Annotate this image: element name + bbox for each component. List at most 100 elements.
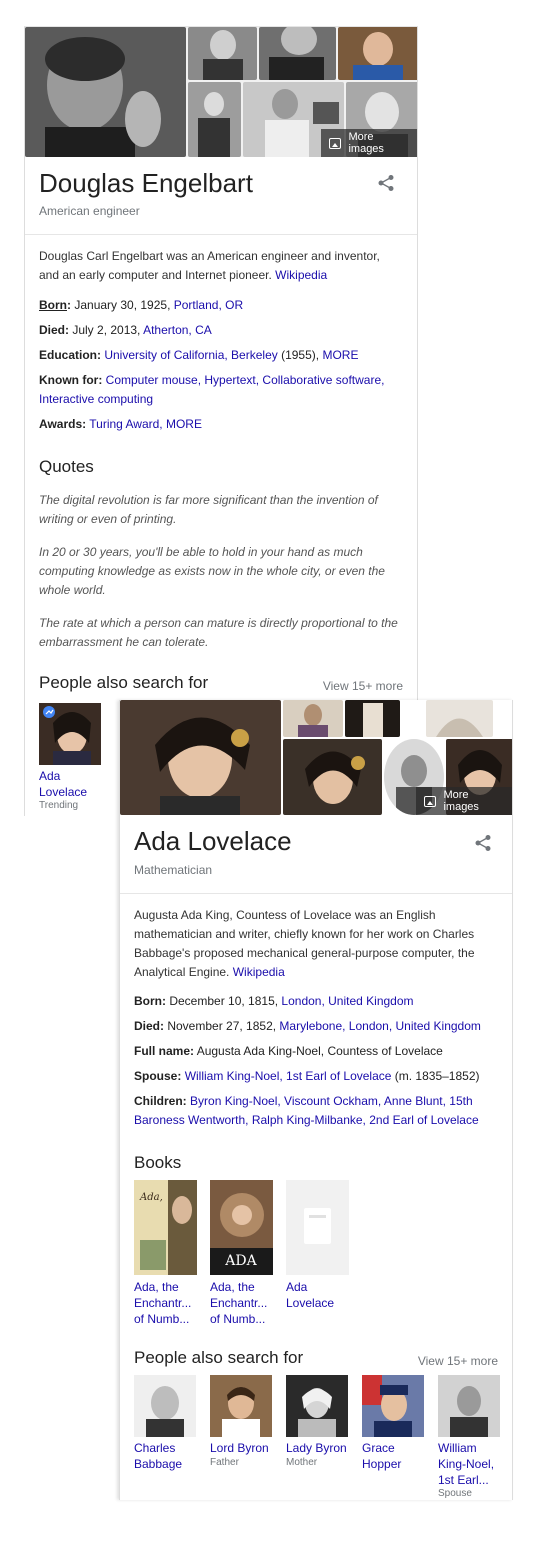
entity-description: Douglas Carl Engelbart was an American e…	[39, 247, 403, 285]
person-subtitle: Mother	[286, 1457, 318, 1468]
image-grid: More images	[120, 700, 512, 815]
fact-full-name: Full name: Augusta Ada King-Noel, Counte…	[134, 1042, 502, 1061]
fact-value: November 27, 1852,	[167, 1019, 280, 1033]
fact-value: Augusta Ada King-Noel, Countess of Lovel…	[196, 1044, 443, 1058]
divider	[25, 234, 417, 235]
description-text: Augusta Ada King, Countess of Lovelace w…	[134, 908, 475, 979]
fact-known-for: Known for: Computer mouse, Hypertext, Co…	[39, 371, 407, 409]
book-title[interactable]: Ada, the Enchantr... of Numb...	[134, 1279, 200, 1327]
svg-text:Ada,: Ada,	[139, 1192, 163, 1203]
entity-subtitle: American engineer	[39, 204, 140, 218]
person-thumb-babbage[interactable]	[134, 1375, 196, 1437]
person-subtitle: Spouse	[438, 1488, 472, 1499]
wikipedia-link[interactable]: Wikipedia	[233, 965, 285, 979]
entity-title: Ada Lovelace	[134, 826, 292, 856]
photo-2[interactable]	[283, 700, 343, 737]
knowledge-panel-engelbart: More images Douglas Engelbart American e…	[24, 26, 418, 816]
person-name[interactable]: Lady Byron	[286, 1440, 350, 1456]
photo-4[interactable]	[338, 27, 417, 80]
books-heading: Books	[134, 1153, 182, 1172]
quote-item: The digital revolution is far more signi…	[39, 493, 378, 526]
fact-label: Children:	[134, 1094, 187, 1108]
photo-3[interactable]	[345, 700, 400, 737]
person-name[interactable]: Charles Babbage	[134, 1440, 198, 1472]
book-cover-text: ADA	[224, 1253, 257, 1269]
person-thumb-hopper[interactable]	[362, 1375, 424, 1437]
fact-label: Died:	[134, 1019, 164, 1033]
fact-label[interactable]: Born	[39, 298, 67, 312]
divider	[120, 893, 512, 894]
person-name[interactable]: Grace Hopper	[362, 1440, 426, 1472]
more-images-label: More images	[348, 131, 384, 155]
fact-spouse: Spouse: William King-Noel, 1st Earl of L…	[134, 1067, 502, 1086]
fact-link[interactable]: Marylebone, London, United Kingdom	[279, 1019, 480, 1033]
entity-subtitle: Mathematician	[134, 863, 213, 877]
wikipedia-link[interactable]: Wikipedia	[275, 268, 327, 282]
fact-value: January 30, 1925,	[74, 298, 174, 312]
share-icon[interactable]	[474, 834, 492, 852]
share-icon[interactable]	[377, 174, 395, 192]
fact-died: Died: November 27, 1852, Marylebone, Lon…	[134, 1017, 502, 1036]
quotes-heading: Quotes	[39, 457, 94, 476]
photo-4[interactable]	[426, 700, 493, 737]
fact-link[interactable]: William King-Noel, 1st Earl of Lovelace	[185, 1069, 392, 1083]
fact-link[interactable]: Turing Award, MORE	[89, 417, 202, 431]
fact-link[interactable]: MORE	[322, 348, 358, 362]
fact-value: December 10, 1815,	[169, 994, 282, 1008]
person-thumb-byron[interactable]	[210, 1375, 272, 1437]
people-heading: People also search for	[39, 673, 209, 692]
book-cover[interactable]: Ada,	[134, 1180, 197, 1275]
fact-link[interactable]: London, United Kingdom	[281, 994, 413, 1008]
fact-label: Spouse:	[134, 1069, 182, 1083]
more-images-button[interactable]: More images	[321, 129, 417, 157]
fact-label: Full name:	[134, 1044, 195, 1058]
image-icon	[329, 137, 342, 149]
photo-main[interactable]	[120, 700, 281, 815]
fact-value: (m. 1835–1852)	[391, 1069, 480, 1083]
photo-2[interactable]	[188, 27, 257, 80]
more-images-label: More images	[443, 789, 479, 813]
fact-label: Education:	[39, 348, 101, 362]
person-name[interactable]: William King-Noel, 1st Earl...	[438, 1440, 502, 1488]
description-text: Douglas Carl Engelbart was an American e…	[39, 249, 380, 282]
more-images-button[interactable]: More images	[416, 787, 512, 815]
person-subtitle: Trending	[39, 800, 79, 811]
person-subtitle: Father	[210, 1457, 239, 1468]
photo-5[interactable]	[283, 739, 382, 815]
view-more-link[interactable]: View 15+ more	[418, 1354, 498, 1368]
image-icon	[424, 795, 437, 807]
photo-3[interactable]	[259, 27, 336, 80]
fact-born: Born: January 30, 1925, Portland, OR	[39, 298, 244, 312]
book-title[interactable]: Ada, the Enchantr... of Numb...	[210, 1279, 276, 1327]
book-title[interactable]: Ada Lovelace	[286, 1279, 352, 1311]
fact-label: Known for:	[39, 373, 103, 387]
person-name[interactable]: Ada Lovelace	[39, 768, 103, 800]
fact-value: July 2, 2013,	[72, 323, 144, 337]
people-heading: People also search for	[134, 1348, 304, 1367]
photo-main[interactable]	[25, 27, 186, 157]
quote-item: The rate at which a person can mature is…	[39, 616, 398, 649]
fact-label: Awards:	[39, 417, 87, 431]
fact-label: Born:	[134, 994, 166, 1008]
fact-link[interactable]: Portland, OR	[174, 298, 243, 312]
person-thumb-king-noel[interactable]	[438, 1375, 500, 1437]
knowledge-panel-lovelace: More images Ada Lovelace Mathematician A…	[119, 700, 513, 1500]
entity-title: Douglas Engelbart	[39, 168, 253, 198]
fact-label: Died:	[39, 323, 69, 337]
book-cover-placeholder[interactable]	[286, 1180, 349, 1275]
fact-born: Born: December 10, 1815, London, United …	[134, 992, 502, 1011]
fact-education: Education: University of California, Ber…	[39, 346, 407, 365]
image-grid: More images	[25, 27, 417, 157]
fact-link[interactable]: University of California, Berkeley	[104, 348, 277, 362]
entity-description: Augusta Ada King, Countess of Lovelace w…	[134, 906, 498, 982]
view-more-link[interactable]: View 15+ more	[323, 679, 403, 693]
fact-link[interactable]: Atherton, CA	[143, 323, 212, 337]
person-name[interactable]: Lord Byron	[210, 1440, 274, 1456]
person-thumb-lady-byron[interactable]	[286, 1375, 348, 1437]
fact-value: (1955),	[277, 348, 323, 362]
fact-awards: Awards: Turing Award, MORE	[39, 415, 407, 434]
photo-5[interactable]	[188, 82, 241, 157]
book-cover[interactable]: ADA	[210, 1180, 273, 1275]
person-thumb-ada[interactable]	[39, 703, 101, 765]
fact-children: Children: Byron King-Noel, Viscount Ockh…	[134, 1092, 502, 1130]
